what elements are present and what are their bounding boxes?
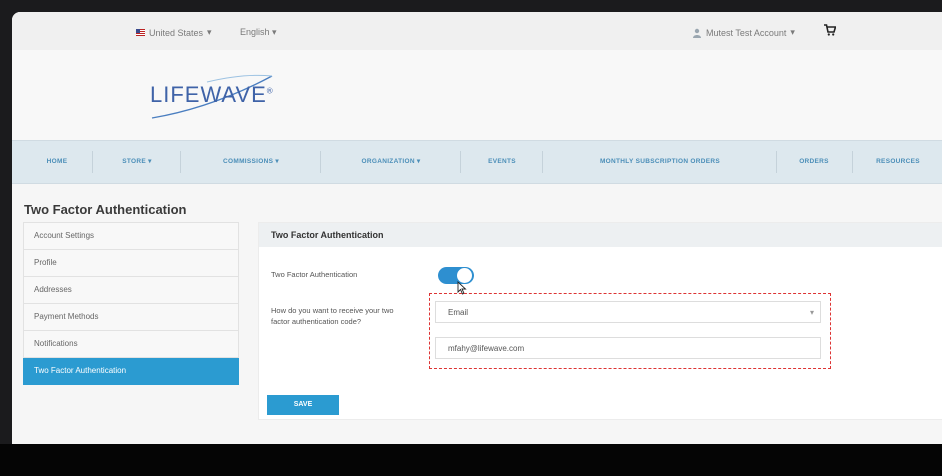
cart-icon — [824, 24, 837, 36]
sidebar-item-two-factor-authentication[interactable]: Two Factor Authentication — [23, 358, 239, 385]
country-selector[interactable]: United States ▾ — [136, 27, 212, 38]
browser-viewport: United States ▾ English ▾ Mutest Test Ac… — [12, 12, 942, 444]
chevron-down-icon: ▾ — [272, 27, 277, 37]
account-sidebar: Account Settings Profile Addresses Payme… — [23, 222, 239, 385]
language-selector[interactable]: English ▾ — [240, 27, 277, 38]
utility-bar: United States ▾ English ▾ Mutest Test Ac… — [12, 12, 942, 50]
brand-logo[interactable]: LIFEWAVE® — [150, 82, 274, 108]
device-frame: United States ▾ English ▾ Mutest Test Ac… — [0, 0, 942, 476]
delivery-method-select[interactable]: Email ▾ — [435, 301, 821, 323]
main-nav: HOME STORE ▾ COMMISSIONS ▾ ORGANIZATION … — [12, 140, 942, 184]
user-icon — [693, 28, 701, 38]
chevron-down-icon: ▾ — [809, 308, 814, 317]
nav-divider — [460, 151, 461, 173]
nav-divider — [542, 151, 543, 173]
panel-title: Two Factor Authentication — [259, 223, 942, 247]
registered-mark: ® — [266, 86, 274, 96]
sidebar-item-profile[interactable]: Profile — [23, 250, 239, 277]
save-button[interactable]: SAVE — [267, 395, 339, 415]
sidebar-item-payment-methods[interactable]: Payment Methods — [23, 304, 239, 331]
nav-divider — [776, 151, 777, 173]
nav-events[interactable]: EVENTS — [464, 141, 540, 183]
nav-divider — [852, 151, 853, 173]
bottom-bezel — [0, 444, 942, 476]
select-value: Email — [448, 308, 469, 317]
nav-divider — [92, 151, 93, 173]
nav-store[interactable]: STORE ▾ — [98, 141, 176, 183]
nav-divider — [180, 151, 181, 173]
us-flag-icon — [136, 29, 145, 36]
delivery-method-label: How do you want to receive your two fact… — [271, 306, 394, 326]
cart-button[interactable] — [824, 24, 837, 39]
language-label: English — [240, 27, 270, 37]
logo-text: LIFEWAVE — [150, 82, 267, 107]
nav-monthly-subscription-orders[interactable]: MONTHLY SUBSCRIPTION ORDERS — [546, 141, 774, 183]
tfa-panel: Two Factor Authentication Two Factor Aut… — [258, 222, 942, 420]
nav-home[interactable]: HOME — [28, 141, 86, 183]
header-logo-area: LIFEWAVE® — [12, 50, 942, 140]
page-title: Two Factor Authentication — [24, 202, 187, 217]
chevron-down-icon: ▾ — [207, 27, 212, 37]
account-menu[interactable]: Mutest Test Account ▾ — [692, 27, 795, 38]
email-field[interactable] — [435, 337, 821, 359]
country-label: United States — [149, 27, 204, 38]
account-label: Mutest Test Account — [706, 27, 787, 38]
chevron-down-icon: ▾ — [790, 27, 795, 37]
nav-divider — [320, 151, 321, 173]
nav-organization[interactable]: ORGANIZATION ▾ — [326, 141, 456, 183]
nav-commissions[interactable]: COMMISSIONS ▾ — [186, 141, 316, 183]
sidebar-item-addresses[interactable]: Addresses — [23, 277, 239, 304]
nav-resources[interactable]: RESOURCES — [856, 141, 940, 183]
tfa-toggle[interactable] — [438, 267, 474, 284]
tfa-toggle-label: Two Factor Authentication — [271, 270, 358, 279]
sidebar-item-notifications[interactable]: Notifications — [23, 331, 239, 358]
nav-orders[interactable]: ORDERS — [778, 141, 850, 183]
sidebar-item-account-settings[interactable]: Account Settings — [23, 222, 239, 250]
